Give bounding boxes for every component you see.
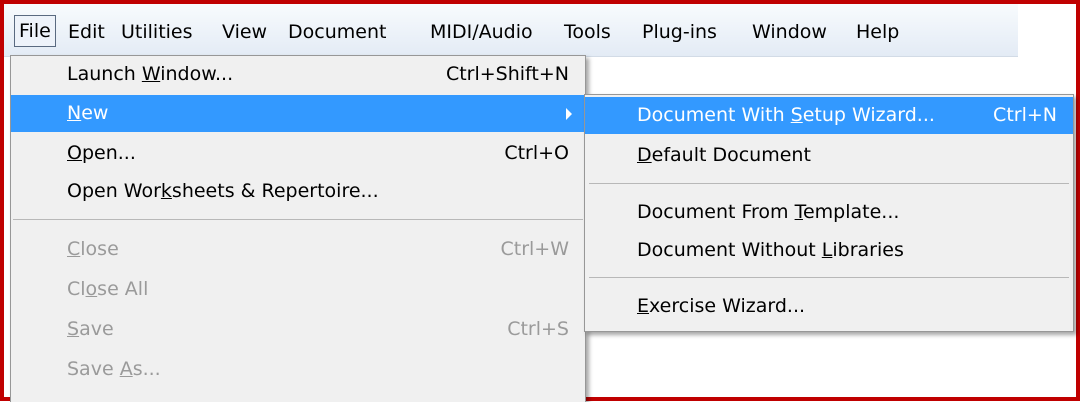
menu-item-shortcut: Ctrl+N	[993, 104, 1057, 126]
menu-item-close[interactable]: Close Ctrl+W	[11, 231, 585, 268]
menu-item-shortcut: Ctrl+O	[504, 142, 569, 164]
menu-separator	[589, 183, 1069, 184]
file-menu: Launch Window... Ctrl+Shift+N New Open..…	[10, 55, 586, 402]
submenu-item-from-template[interactable]: Document From Template...	[585, 194, 1073, 231]
menu-item-label: Launch Window...	[67, 63, 234, 85]
menu-view[interactable]: View	[222, 17, 267, 47]
menu-item-label: Close	[67, 238, 119, 260]
menu-separator	[589, 277, 1069, 278]
menu-item-shortcut: Ctrl+S	[507, 318, 569, 340]
menu-window[interactable]: Window	[752, 17, 827, 47]
menu-item-label: Exercise Wizard...	[637, 295, 806, 317]
menu-item-launch-window[interactable]: Launch Window... Ctrl+Shift+N	[11, 56, 585, 93]
menu-midi-audio[interactable]: MIDI/Audio	[430, 17, 533, 47]
submenu-item-exercise-wizard[interactable]: Exercise Wizard...	[585, 288, 1073, 325]
menu-item-shortcut: Ctrl+W	[500, 238, 569, 260]
menu-bar: File Edit Utilities View Document MIDI/A…	[4, 4, 1018, 57]
menu-document[interactable]: Document	[288, 17, 386, 47]
menu-item-open[interactable]: Open... Ctrl+O	[11, 135, 585, 172]
menu-item-label: Document Without Libraries	[637, 239, 904, 261]
menu-item-label: Open...	[67, 142, 136, 164]
menu-plug-ins[interactable]: Plug-ins	[642, 17, 717, 47]
submenu-item-without-libraries[interactable]: Document Without Libraries	[585, 232, 1073, 269]
submenu-item-setup-wizard[interactable]: Document With Setup Wizard... Ctrl+N	[585, 97, 1073, 134]
menu-item-new[interactable]: New	[11, 95, 585, 132]
menu-item-open-worksheets[interactable]: Open Worksheets & Repertoire...	[11, 173, 585, 210]
new-submenu: Document With Setup Wizard... Ctrl+N Def…	[584, 94, 1074, 332]
menu-file[interactable]: File	[14, 15, 56, 47]
menu-item-label: Close All	[67, 278, 149, 300]
menu-item-label: Open Worksheets & Repertoire...	[67, 180, 379, 202]
menu-item-label: Save	[67, 318, 114, 340]
menu-item-label: New	[67, 102, 109, 124]
menu-item-save-as[interactable]: Save As...	[11, 351, 585, 388]
menu-tools[interactable]: Tools	[564, 17, 611, 47]
submenu-item-default-document[interactable]: Default Document	[585, 137, 1073, 174]
submenu-arrow-icon	[566, 108, 572, 120]
menu-item-label: Document From Template...	[637, 201, 900, 223]
menu-utilities[interactable]: Utilities	[121, 17, 193, 47]
menu-item-save[interactable]: Save Ctrl+S	[11, 311, 585, 348]
menu-item-close-all[interactable]: Close All	[11, 271, 585, 308]
menu-item-label: Save As...	[67, 358, 161, 380]
menu-help[interactable]: Help	[856, 17, 899, 47]
menu-separator	[13, 219, 583, 220]
menu-item-shortcut: Ctrl+Shift+N	[445, 63, 569, 85]
menu-item-label: Default Document	[637, 144, 811, 166]
menu-edit[interactable]: Edit	[68, 17, 105, 47]
menu-item-label: Document With Setup Wizard...	[637, 104, 935, 126]
